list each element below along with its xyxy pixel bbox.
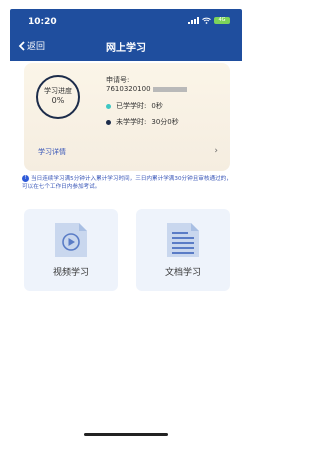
remaining-value: 30分0秒 — [151, 118, 179, 126]
video-study-label: 视频学习 — [52, 268, 89, 278]
video-play-icon — [55, 223, 87, 257]
studied-dot — [106, 103, 111, 109]
redaction-bar — [152, 86, 187, 92]
video-study-card[interactable]: 视频学习 — [24, 209, 118, 291]
notice-text: 当日连续学习满5分钟计入累计学习时间，三日内累计学满30分钟且审核通过的，可以在… — [22, 176, 232, 191]
notice: ! 当日连续学习满5分钟计入累计学习时间，三日内累计学满30分钟且审核通过的，可以… — [22, 175, 232, 192]
studied-hours: 已学学时: 0秒 — [106, 101, 163, 111]
document-icon — [167, 223, 199, 257]
studied-value: 0秒 — [151, 102, 163, 110]
top-bar: 10:20 4G 返回 网上学习 — [10, 9, 242, 61]
progress-ring: 学习进度 0% — [36, 75, 80, 119]
home-indicator — [84, 433, 168, 436]
application-number-label: 申请号: — [106, 76, 130, 84]
progress-ring-value: 0% — [51, 96, 65, 105]
chevron-right-icon[interactable]: › — [214, 146, 218, 156]
progress-panel: 学习进度 0% 申请号: 7610320100 已学学时: 0秒 未学学时: 3… — [24, 63, 230, 171]
study-detail-link[interactable]: 学习详情 — [38, 147, 66, 157]
remaining-label: 未学学时: — [116, 118, 147, 126]
wifi-icon — [202, 17, 211, 24]
document-study-label: 文档学习 — [164, 268, 201, 278]
remaining-dot — [106, 119, 111, 125]
status-icons: 4G — [188, 17, 230, 24]
document-study-card[interactable]: 文档学习 — [136, 209, 230, 291]
status-time: 10:20 — [28, 17, 57, 27]
phone-screen: 10:20 4G 返回 网上学习 学习进度 0% 申请号: 7610320100… — [10, 9, 242, 445]
remaining-hours: 未学学时: 30分0秒 — [106, 117, 179, 127]
application-number-value: 7610320100 — [106, 85, 151, 93]
application-number: 7610320100 — [106, 85, 187, 93]
page-title: 网上学习 — [106, 43, 146, 54]
battery-icon: 4G — [214, 17, 230, 24]
info-icon: ! — [22, 175, 29, 182]
signal-icon — [188, 17, 199, 24]
progress-ring-label: 学习进度 — [44, 87, 72, 95]
studied-label: 已学学时: — [116, 102, 147, 110]
